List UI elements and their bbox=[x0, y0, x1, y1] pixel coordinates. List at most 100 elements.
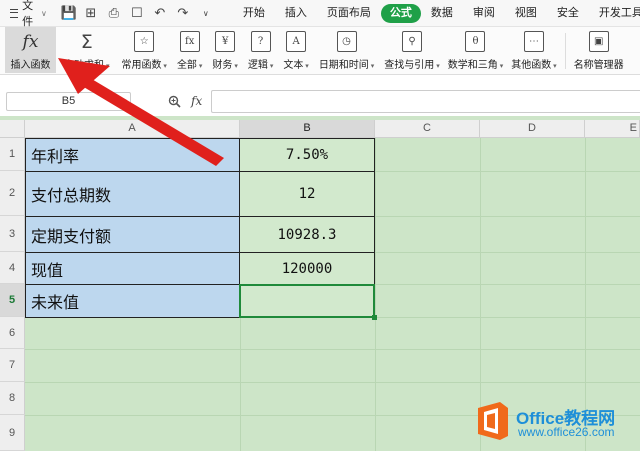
row-header-1[interactable]: 1 bbox=[0, 138, 25, 171]
autosum-button[interactable]: Σ 自动求和 bbox=[64, 27, 109, 73]
fx-icon: fx bbox=[22, 31, 39, 52]
watermark-url: www.office26.com bbox=[518, 425, 615, 439]
tab-formulas[interactable]: 公式 bbox=[380, 3, 421, 23]
tab-developer[interactable]: 开发工具 bbox=[589, 4, 640, 23]
column-header-e[interactable]: E bbox=[585, 120, 640, 138]
cell-a3[interactable]: 定期支付额 bbox=[25, 216, 240, 253]
row-header-3[interactable]: 3 bbox=[0, 216, 25, 252]
cell-b1[interactable]: 7.50% bbox=[239, 138, 375, 172]
logic-button[interactable]: ? 逻辑 bbox=[248, 27, 273, 73]
export-icon[interactable]: ⊞ bbox=[84, 5, 98, 21]
name-manager-button[interactable]: ▣ 名称管理器 bbox=[574, 27, 624, 73]
select-all-corner[interactable] bbox=[0, 120, 25, 138]
menu-bar: 文件 ∨ 💾 ⊞ ⎙ ☐ ↶ ↷ ∨ 开始 插入 页面布局 公式 数据 审阅 视… bbox=[0, 0, 640, 28]
tab-page-layout[interactable]: 页面布局 bbox=[317, 4, 381, 23]
text-a-icon: A bbox=[286, 31, 307, 52]
other-functions-button[interactable]: ⋯ 其他函数 bbox=[511, 27, 556, 73]
cell-a1[interactable]: 年利率 bbox=[25, 138, 240, 172]
row-header-9[interactable]: 9 bbox=[0, 415, 25, 451]
cell-b4[interactable]: 120000 bbox=[239, 252, 375, 285]
insert-function-label: 插入函数 bbox=[10, 60, 51, 71]
row-header-2[interactable]: 2 bbox=[0, 171, 25, 216]
column-header-c[interactable]: C bbox=[375, 120, 480, 138]
hamburger-icon bbox=[10, 8, 19, 18]
autosum-label: 自动求和 bbox=[64, 56, 109, 71]
more-dots-icon: ⋯ bbox=[523, 31, 544, 52]
quick-access-toolbar: 💾 ⊞ ⎙ ☐ ↶ ↷ ∨ bbox=[61, 5, 213, 21]
fx-button[interactable]: fx bbox=[191, 94, 202, 108]
common-functions-button[interactable]: ☆ 常用函数 bbox=[121, 27, 166, 73]
office26-watermark: Office教程网 www.office26.com bbox=[474, 398, 640, 448]
lookup-button[interactable]: ⚲ 查找与引用 bbox=[384, 27, 439, 73]
fill-handle[interactable] bbox=[372, 315, 377, 320]
math-label: 数学和三角 bbox=[448, 56, 503, 71]
redo-icon[interactable]: ↷ bbox=[176, 5, 190, 21]
row-header-4[interactable]: 4 bbox=[0, 252, 25, 284]
save-icon[interactable]: 💾 bbox=[61, 5, 77, 21]
common-functions-label: 常用函数 bbox=[121, 56, 166, 71]
cell-a5[interactable]: 未来值 bbox=[25, 284, 240, 318]
column-header-d[interactable]: D bbox=[480, 120, 585, 138]
row-header-6[interactable]: 6 bbox=[0, 317, 25, 349]
gridline bbox=[375, 138, 376, 451]
insert-function-button[interactable]: fx 插入函数 bbox=[5, 27, 56, 73]
gridline bbox=[240, 317, 241, 451]
row-header-8[interactable]: 8 bbox=[0, 382, 25, 415]
file-menu[interactable]: 文件 ∨ bbox=[0, 0, 47, 28]
print-icon[interactable]: ⎙ bbox=[107, 5, 121, 21]
math-book-icon: θ bbox=[465, 31, 486, 52]
formula-bar: B5 ▾ fx bbox=[0, 86, 640, 116]
office-logo-icon bbox=[478, 402, 508, 440]
finance-button[interactable]: ¥ 财务 bbox=[212, 27, 237, 73]
chevron-down-icon: ∨ bbox=[41, 8, 47, 18]
zoom-icon[interactable] bbox=[168, 95, 181, 108]
gridline bbox=[25, 382, 640, 383]
lookup-label: 查找与引用 bbox=[384, 56, 439, 71]
tab-security[interactable]: 安全 bbox=[547, 4, 589, 23]
name-manager-label: 名称管理器 bbox=[573, 60, 624, 71]
logic-label: 逻辑 bbox=[248, 56, 273, 71]
magnifier-book-icon: ⚲ bbox=[402, 31, 423, 52]
fx-book-icon: fx bbox=[179, 31, 200, 52]
all-functions-label: 全部 bbox=[177, 56, 202, 71]
all-functions-button[interactable]: fx 全部 bbox=[177, 27, 202, 73]
clock-icon: ◷ bbox=[336, 31, 357, 52]
name-tag-icon: ▣ bbox=[588, 31, 609, 52]
question-icon: ? bbox=[250, 31, 271, 52]
row-header-7[interactable]: 7 bbox=[0, 349, 25, 382]
cell-b5-active[interactable] bbox=[239, 284, 375, 318]
column-header-a[interactable]: A bbox=[25, 120, 240, 138]
print-preview-icon[interactable]: ☐ bbox=[130, 5, 144, 21]
tab-view[interactable]: 视图 bbox=[505, 4, 547, 23]
more-icon[interactable]: ∨ bbox=[199, 9, 213, 18]
formula-input[interactable] bbox=[211, 90, 640, 113]
sigma-icon: Σ bbox=[80, 30, 93, 53]
row-header-5[interactable]: 5 bbox=[0, 284, 25, 317]
column-header-b[interactable]: B bbox=[240, 120, 375, 138]
datetime-label: 日期和时间 bbox=[319, 56, 374, 71]
other-functions-label: 其他函数 bbox=[511, 56, 556, 71]
ribbon-tabs: 开始 插入 页面布局 公式 数据 审阅 视图 安全 开发工具 bbox=[233, 3, 640, 23]
chevron-down-icon: ▾ bbox=[121, 97, 126, 106]
finance-label: 财务 bbox=[212, 56, 237, 71]
cell-a4[interactable]: 现值 bbox=[25, 252, 240, 285]
formula-ribbon: fx 插入函数 Σ 自动求和 ☆ 常用函数 fx 全部 ¥ 财务 ? 逻辑 A … bbox=[0, 27, 640, 75]
math-button[interactable]: θ 数学和三角 bbox=[448, 27, 503, 73]
cell-b3[interactable]: 10928.3 bbox=[239, 216, 375, 253]
name-box-value: B5 bbox=[61, 95, 76, 107]
tab-review[interactable]: 审阅 bbox=[463, 4, 505, 23]
text-label: 文本 bbox=[283, 56, 308, 71]
ribbon-separator bbox=[564, 33, 566, 69]
tab-data[interactable]: 数据 bbox=[421, 4, 463, 23]
tab-start[interactable]: 开始 bbox=[233, 4, 275, 23]
tab-insert[interactable]: 插入 bbox=[275, 4, 317, 23]
currency-icon: ¥ bbox=[215, 31, 236, 52]
cell-a2[interactable]: 支付总期数 bbox=[25, 171, 240, 217]
text-button[interactable]: A 文本 bbox=[283, 27, 308, 73]
gridline bbox=[25, 349, 640, 350]
datetime-button[interactable]: ◷ 日期和时间 bbox=[319, 27, 374, 73]
cell-b2[interactable]: 12 bbox=[239, 171, 375, 217]
undo-icon[interactable]: ↶ bbox=[153, 5, 167, 21]
name-box[interactable]: B5 ▾ bbox=[6, 92, 131, 111]
wps-spreadsheet-window: 文件 ∨ 💾 ⊞ ⎙ ☐ ↶ ↷ ∨ 开始 插入 页面布局 公式 数据 审阅 视… bbox=[0, 0, 640, 451]
